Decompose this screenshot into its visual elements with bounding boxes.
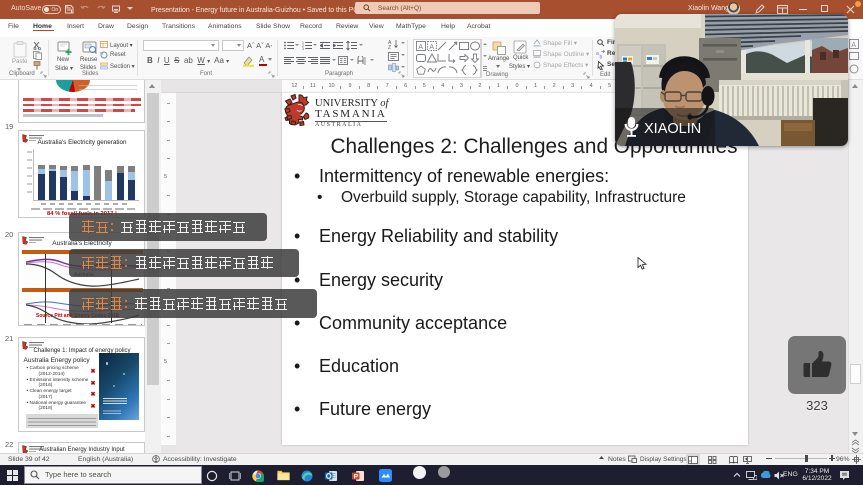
svg-text:XIAOLIN: XIAOLIN — [644, 121, 701, 137]
svg-text:P: P — [354, 473, 359, 480]
svg-text:A: A — [851, 42, 856, 49]
svg-text:Z: Z — [388, 45, 391, 49]
svg-text:b: b — [600, 54, 603, 59]
svg-text:A: A — [429, 43, 434, 50]
svg-text:3: 3 — [302, 47, 304, 50]
svg-text:A: A — [418, 43, 423, 50]
